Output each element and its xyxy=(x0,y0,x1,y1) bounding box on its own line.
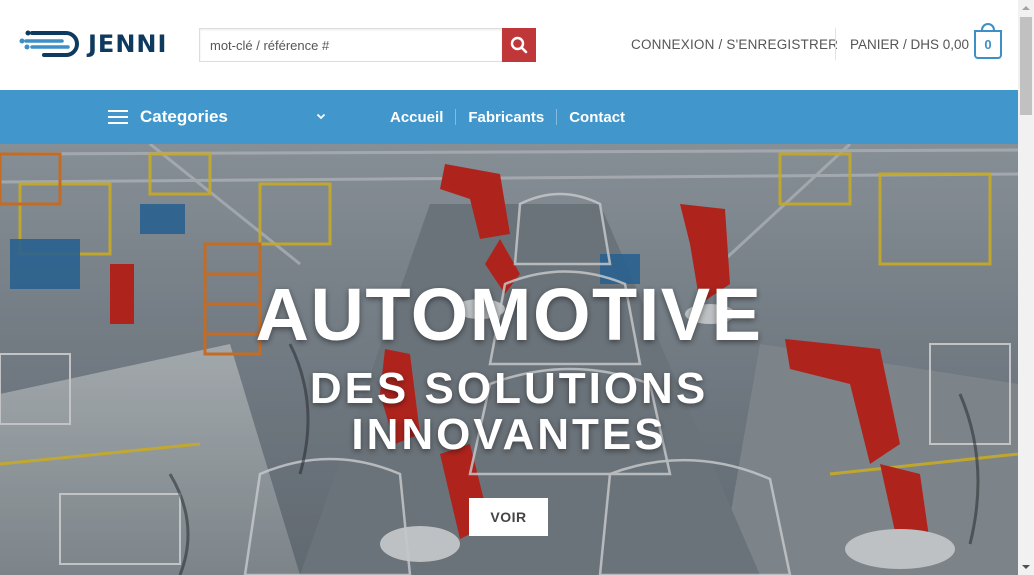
header-divider xyxy=(835,28,836,60)
scrollbar-thumb[interactable] xyxy=(1020,17,1032,115)
scroll-up-arrow-icon[interactable] xyxy=(1018,0,1034,16)
scroll-down-arrow-icon[interactable] xyxy=(1018,559,1034,575)
nav-link-contact[interactable]: Contact xyxy=(557,109,637,126)
logo-mark-icon xyxy=(19,30,79,57)
search-bar xyxy=(199,28,536,62)
categories-label: Categories xyxy=(140,107,228,126)
brand-name: JENNI xyxy=(88,30,168,58)
hero-subtitle-line-1: DES SOLUTIONS xyxy=(309,364,709,413)
hero-subtitle-line-2: INNOVANTES xyxy=(351,410,667,459)
nav-link-accueil[interactable]: Accueil xyxy=(378,109,455,126)
hero-subtitle: DES SOLUTIONS INNOVANTES xyxy=(0,366,1018,458)
page-scrollbar[interactable] xyxy=(1018,0,1034,575)
site-header: JENNI CONNEXION / S'ENREGISTRER PANIER /… xyxy=(0,0,1018,90)
hero-voir-button[interactable]: VOIR xyxy=(469,498,548,536)
search-input[interactable] xyxy=(199,28,502,62)
main-navbar: Categories Accueil Fabricants Contact xyxy=(0,90,1018,144)
search-icon xyxy=(510,36,528,54)
nav-links: Accueil Fabricants Contact xyxy=(378,90,637,144)
chevron-down-icon xyxy=(316,113,326,120)
categories-menu-toggle[interactable]: Categories xyxy=(108,90,338,144)
site-logo[interactable]: JENNI xyxy=(18,20,168,68)
hero-title: AUTOMOTIVE xyxy=(255,273,763,356)
login-register-link[interactable]: CONNEXION / S'ENREGISTRER xyxy=(631,37,838,52)
hero-banner: AUTOMOTIVE DES SOLUTIONS INNOVANTES VOIR xyxy=(0,144,1018,575)
nav-link-fabricants[interactable]: Fabricants xyxy=(456,109,556,126)
cart-link[interactable]: PANIER / DHS 0,00 xyxy=(850,37,969,52)
cart-count-badge[interactable]: 0 xyxy=(974,30,1002,59)
search-button[interactable] xyxy=(502,28,536,62)
hamburger-menu-icon xyxy=(108,110,128,124)
